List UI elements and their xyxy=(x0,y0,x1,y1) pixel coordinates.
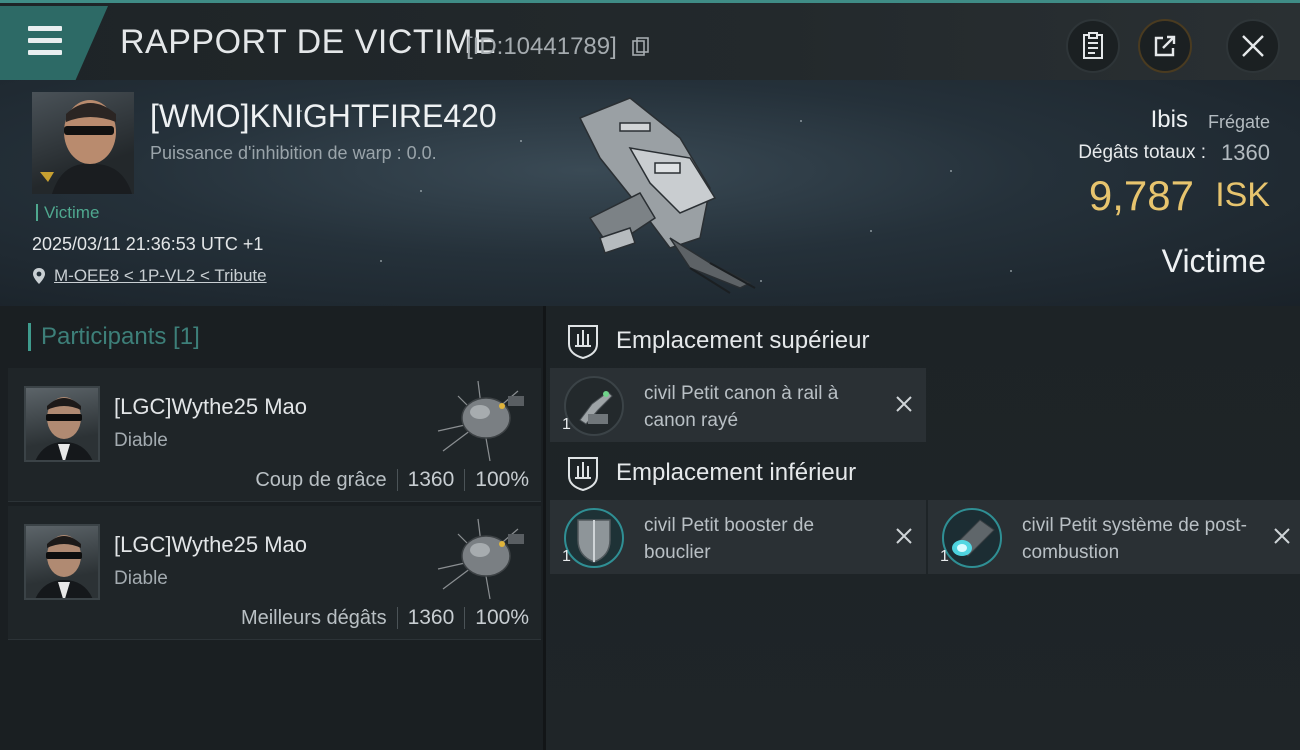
header-accent-bar xyxy=(28,323,31,351)
participant-role: Meilleurs dégâts xyxy=(240,606,387,629)
high-slot-header: Emplacement supérieur xyxy=(564,322,869,360)
page-title: RAPPORT DE VICTIME xyxy=(120,23,497,61)
participant-stats: Meilleurs dégâts 1360 100% xyxy=(241,606,529,630)
low-slot-label: Emplacement inférieur xyxy=(616,459,857,486)
low-slot-icon xyxy=(568,457,598,492)
kill-datetime: 2025/03/11 21:36:53 UTC +1 xyxy=(32,234,264,254)
divider xyxy=(464,469,466,491)
close-icon[interactable] xyxy=(894,394,914,414)
pilot-portrait-icon xyxy=(35,397,93,460)
high-slot-label: Emplacement supérieur xyxy=(616,327,870,354)
participants-header: Participants [1] xyxy=(8,306,541,368)
module-item[interactable]: 1 civil Petit booster de bouclier xyxy=(550,500,926,574)
high-slot-icon xyxy=(568,325,598,360)
module-item[interactable]: 1 civil Petit canon à rail à canon rayé xyxy=(550,368,926,442)
attacker-ship-icon xyxy=(437,518,524,600)
module-quantity: 1 xyxy=(562,548,571,565)
pilot-portrait-icon xyxy=(40,100,132,194)
participant-row[interactable]: [LGC]Wythe25 Mao Diable Coup de grâce 13… xyxy=(8,368,541,502)
low-slot-header: Emplacement inférieur xyxy=(564,454,856,492)
participant-ship: Diable xyxy=(114,430,168,451)
share-icon xyxy=(1154,35,1176,57)
participant-ship: Diable xyxy=(114,568,168,589)
hamburger-icon xyxy=(28,26,62,62)
participant-damage: 1360 xyxy=(407,606,455,629)
isk-value: 9,787 xyxy=(1088,172,1194,219)
report-button[interactable] xyxy=(1066,19,1120,73)
attacker-ship-icon xyxy=(437,380,524,462)
isk-unit: ISK xyxy=(1215,176,1270,214)
participant-row[interactable]: [LGC]Wythe25 Mao Diable Meilleurs dégâts… xyxy=(8,506,541,640)
location-pin-icon xyxy=(33,268,45,284)
close-icon[interactable] xyxy=(1272,526,1292,546)
participant-damage: 1360 xyxy=(407,468,455,491)
location-link[interactable]: M-OEE8 < 1P-VL2 < Tribute xyxy=(54,266,267,286)
close-icon[interactable] xyxy=(894,526,914,546)
report-id: [ID:10441789] xyxy=(466,33,617,60)
fittings-panel: Emplacement supérieur 1 civil Petit cano… xyxy=(543,306,1300,750)
top-bar: RAPPORT DE VICTIME [ID:10441789] xyxy=(0,0,1300,80)
close-icon xyxy=(1242,35,1264,57)
module-item[interactable]: 1 civil Petit système de post-combustion xyxy=(928,500,1300,574)
divider xyxy=(396,469,398,491)
victim-banner: [WMO]KNIGHTFIRE420 Puissance d'inhibitio… xyxy=(0,80,1300,306)
module-quantity: 1 xyxy=(940,548,949,565)
afterburner-icon xyxy=(942,508,1002,568)
participant-percent: 100% xyxy=(475,468,529,491)
participant-avatar[interactable] xyxy=(24,386,100,462)
ship-class: Frégate xyxy=(1207,112,1270,132)
module-quantity: 1 xyxy=(562,416,571,433)
module-name: civil Petit canon à rail à canon rayé xyxy=(644,383,839,431)
victim-tag: Victime xyxy=(36,204,99,221)
ship-name[interactable]: Ibis xyxy=(1151,106,1188,134)
victim-portrait[interactable] xyxy=(32,92,134,194)
pilot-portrait-icon xyxy=(35,535,93,598)
victim-role-label: Victime xyxy=(1161,243,1266,279)
participant-name[interactable]: [LGC]Wythe25 Mao xyxy=(114,394,307,420)
close-button[interactable] xyxy=(1226,19,1280,73)
module-name: civil Petit booster de bouclier xyxy=(644,515,815,563)
share-button[interactable] xyxy=(1138,19,1192,73)
participants-label: Participants [1] xyxy=(41,323,200,350)
clipboard-icon xyxy=(1083,32,1103,59)
total-damage-value: 1360 xyxy=(1221,140,1270,165)
participant-role: Coup de grâce xyxy=(255,468,387,491)
warp-disruption-text: Puissance d'inhibition de warp : 0.0. xyxy=(150,143,437,163)
menu-button[interactable] xyxy=(0,6,108,80)
victim-name[interactable]: [WMO]KNIGHTFIRE420 xyxy=(150,98,497,135)
participant-percent: 100% xyxy=(475,606,529,629)
module-name: civil Petit système de post-combustion xyxy=(1022,515,1247,563)
total-damage-label: Dégâts totaux : xyxy=(1078,142,1206,163)
kill-location[interactable]: M-OEE8 < 1P-VL2 < Tribute xyxy=(32,266,267,286)
divider xyxy=(396,607,398,629)
railgun-icon xyxy=(564,376,624,436)
ship-render-icon xyxy=(578,97,756,294)
participant-avatar[interactable] xyxy=(24,524,100,600)
participant-name[interactable]: [LGC]Wythe25 Mao xyxy=(114,532,307,558)
shield-booster-icon xyxy=(564,508,624,568)
copy-icon[interactable] xyxy=(632,37,650,57)
participants-panel: Participants [1] [LGC]Wythe25 Mao Diable xyxy=(0,306,543,750)
participant-stats: Coup de grâce 1360 100% xyxy=(255,468,529,492)
divider xyxy=(464,607,466,629)
